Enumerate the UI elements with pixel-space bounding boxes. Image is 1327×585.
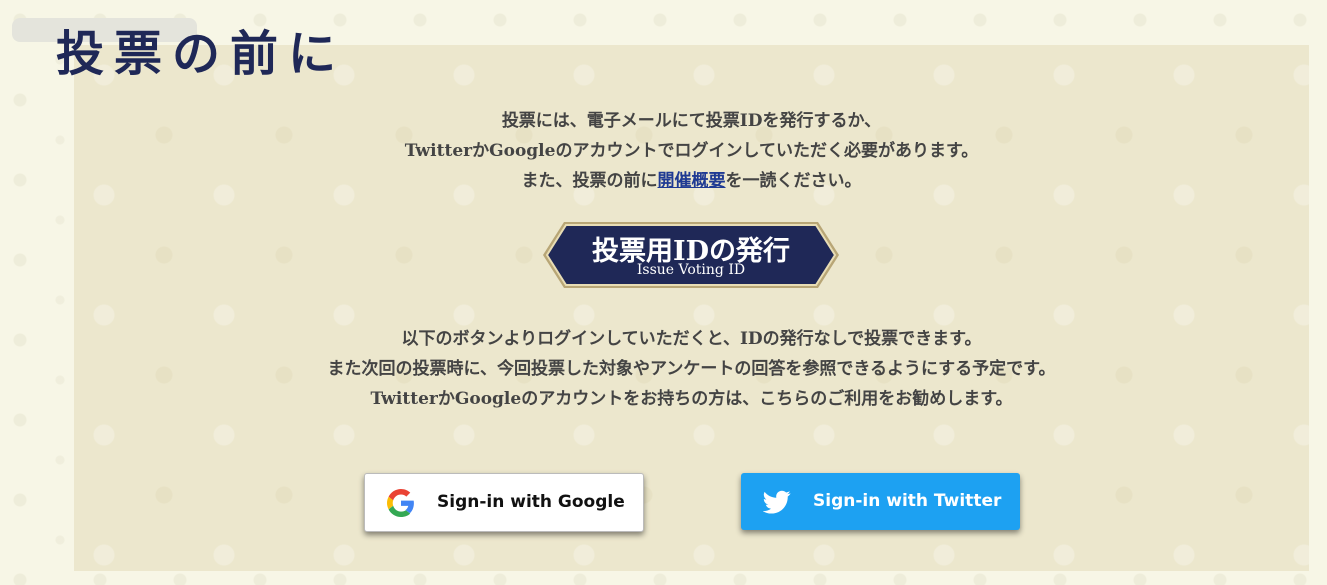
google-signin-label: Sign-in with Google — [437, 492, 625, 512]
issue-voting-id-button[interactable]: 投票用IDの発行 Issue Voting ID — [542, 221, 840, 289]
intro-line-1: 投票には、電子メールにて投票IDを発行するか、 — [501, 111, 882, 131]
login-info-line-3: TwitterかGoogleのアカウントをお持ちの方は、こちらのご利用をお勧めし… — [370, 389, 1013, 409]
content-panel: 投票には、電子メールにて投票IDを発行するか、 TwitterかGoogleのア… — [74, 45, 1309, 571]
twitter-signin-button[interactable]: Sign-in with Twitter — [741, 473, 1020, 530]
google-signin-button[interactable]: Sign-in with Google — [364, 473, 644, 532]
intro-line-2: TwitterかGoogleのアカウントでログインしていただく必要があります。 — [404, 141, 979, 161]
intro-line-3: また、投票の前に開催概要を一読ください。 — [74, 166, 1309, 196]
intro-text: 投票には、電子メールにて投票IDを発行するか、 TwitterかGoogleのア… — [74, 106, 1309, 196]
issue-button-subtitle: Issue Voting ID — [636, 262, 746, 278]
overview-link[interactable]: 開催概要 — [658, 171, 726, 191]
intro-line-3-after: を一読ください。 — [725, 171, 862, 191]
twitter-icon — [763, 490, 791, 514]
login-info-text: 以下のボタンよりログインしていただくと、IDの発行なしで投票できます。 また次回… — [74, 324, 1309, 414]
google-icon — [387, 489, 414, 517]
page-title: 投票の前に — [56, 26, 347, 82]
intro-line-3-before: また、投票の前に — [521, 171, 658, 191]
twitter-signin-label: Sign-in with Twitter — [813, 491, 1002, 511]
login-info-line-1: 以下のボタンよりログインしていただくと、IDの発行なしで投票できます。 — [401, 329, 982, 349]
login-info-line-2: また次回の投票時に、今回投票した対象やアンケートの回答を参照できるようにする予定… — [327, 359, 1056, 379]
